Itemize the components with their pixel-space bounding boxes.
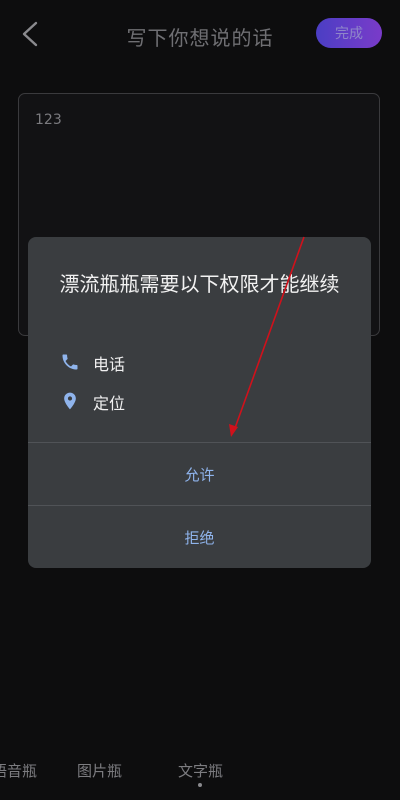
tab-voice-bottle[interactable]: 语音瓶 [0, 760, 37, 781]
dialog-title: 漂流瓶瓶需要以下权限才能继续 [59, 272, 340, 296]
permission-label-phone: 电话 [93, 355, 126, 374]
location-pin-icon [64, 392, 76, 410]
bottom-tab-bar: 语音瓶 图片瓶 文字瓶 [0, 748, 400, 800]
tab-text-bottle[interactable]: 文字瓶 [178, 760, 223, 781]
permission-item-phone: 电话 [60, 350, 320, 374]
tab-image-bottle[interactable]: 图片瓶 [77, 760, 122, 781]
active-tab-indicator [198, 783, 202, 787]
deny-button[interactable]: 拒绝 [28, 506, 371, 568]
done-button[interactable]: 完成 [316, 18, 382, 48]
permission-item-location: 定位 [60, 389, 320, 413]
permission-label-location: 定位 [93, 394, 126, 413]
top-bar: 写下你想说的话 完成 [0, 0, 400, 66]
message-input-text: 123 [35, 112, 62, 128]
phone-icon [62, 354, 78, 370]
permission-dialog: 漂流瓶瓶需要以下权限才能继续 电话 定位 允许 拒绝 [28, 237, 371, 568]
allow-button[interactable]: 允许 [28, 443, 371, 505]
